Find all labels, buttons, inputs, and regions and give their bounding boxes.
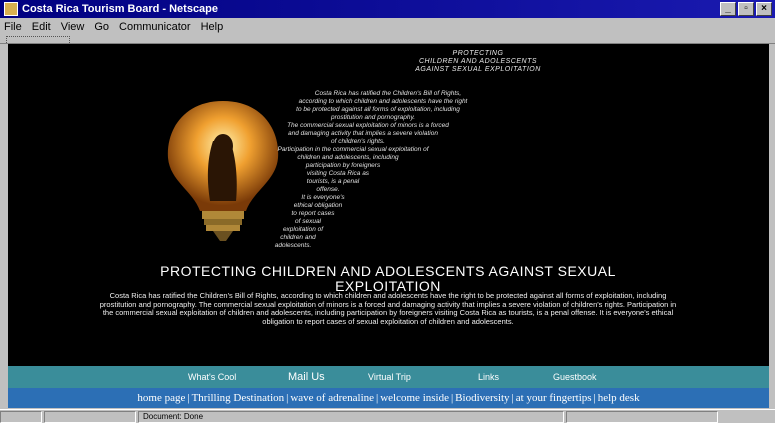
nav-mail-us[interactable]: Mail Us <box>288 371 325 383</box>
para-line: exploitation of <box>282 226 324 233</box>
small-heading-line: AGAINST SEXUAL EXPLOITATION <box>415 66 541 73</box>
status-bar: Document: Done <box>0 409 775 423</box>
body-paragraph: Costa Rica has ratified the Children's B… <box>99 291 677 326</box>
nav-wave-of-adrenaline[interactable]: wave of adrenaline <box>290 392 374 404</box>
small-heading-line: CHILDREN AND ADOLESCENTS <box>418 58 538 65</box>
nav-whats-cool[interactable]: What's Cool <box>188 372 236 382</box>
minimize-icon[interactable]: _ <box>720 2 736 16</box>
para-line: children and <box>280 234 316 241</box>
nav-welcome-inside[interactable]: welcome inside <box>380 392 449 404</box>
para-line: Participation in the commercial sexual e… <box>277 146 429 153</box>
nav-home-page[interactable]: home page <box>137 392 185 404</box>
page-title-line: PROTECTING CHILDREN AND ADOLESCENTS AGAI… <box>160 263 616 279</box>
page-title: PROTECTING CHILDREN AND ADOLESCENTS AGAI… <box>78 264 698 294</box>
para-line: adolescents. <box>274 242 312 249</box>
para-line: according to which children and adolesce… <box>298 98 468 105</box>
menu-help[interactable]: Help <box>201 21 224 33</box>
para-line: to report cases <box>291 210 335 217</box>
para-line: of sexual <box>294 218 322 225</box>
para-line: offense. <box>316 186 340 193</box>
page-content: PROTECTING CHILDREN AND ADOLESCENTS AGAI… <box>8 44 769 366</box>
para-line: The commercial sexual exploitation of mi… <box>287 122 449 129</box>
nav-help-desk[interactable]: help desk <box>598 392 640 404</box>
para-line: Costa Rica has ratified the Children's B… <box>314 90 462 97</box>
para-line: prostitution and pornography. <box>330 114 416 121</box>
nav-at-your-fingertips[interactable]: at your fingertips <box>516 392 592 404</box>
window-titlebar: Costa Rica Tourism Board - Netscape _ ▫ … <box>0 0 775 18</box>
nav-bar-bottom: home page | Thrilling Destination | wave o… <box>8 388 769 408</box>
netscape-icon <box>4 2 18 16</box>
progress-panel <box>44 410 136 423</box>
para-line: ethical obligation <box>293 202 343 209</box>
collapsed-toolbar <box>0 35 775 44</box>
window-controls: _ ▫ × <box>720 2 772 16</box>
close-icon[interactable]: × <box>756 2 772 16</box>
para-line: visiting Costa Rica as <box>306 170 370 177</box>
toolbar-grip[interactable] <box>6 36 70 43</box>
para-line: of children's rights. <box>331 138 385 145</box>
menu-bar: File Edit View Go Communicator Help <box>0 18 775 35</box>
menu-communicator[interactable]: Communicator <box>119 21 191 33</box>
para-line: participation by foreigners <box>305 162 381 169</box>
nav-biodiversity[interactable]: Biodiversity <box>455 392 509 404</box>
small-heading: PROTECTING CHILDREN AND ADOLESCENTS AGAI… <box>403 50 553 74</box>
menu-file[interactable]: File <box>4 21 22 33</box>
para-line: tourists, is a penal <box>306 178 360 185</box>
para-line: and damaging activity that implies a sev… <box>288 130 438 137</box>
small-heading-line: PROTECTING <box>452 50 504 57</box>
menu-go[interactable]: Go <box>94 21 109 33</box>
nav-thrilling-destination[interactable]: Thrilling Destination <box>192 392 285 404</box>
menu-view[interactable]: View <box>61 21 85 33</box>
security-icon[interactable] <box>0 410 42 423</box>
maximize-icon[interactable]: ▫ <box>738 2 754 16</box>
para-line: to be protected against all forms of exp… <box>296 106 460 113</box>
para-line: It is everyone's <box>301 194 345 201</box>
window-title: Costa Rica Tourism Board - Netscape <box>22 3 219 15</box>
nav-virtual-trip[interactable]: Virtual Trip <box>368 372 411 382</box>
nav-guestbook[interactable]: Guestbook <box>553 372 597 382</box>
menu-edit[interactable]: Edit <box>32 21 51 33</box>
para-line: children and adolescents, including <box>297 154 399 161</box>
component-bar <box>566 410 718 423</box>
nav-links[interactable]: Links <box>478 372 499 382</box>
status-text: Document: Done <box>138 410 564 423</box>
nav-bar-top: What's Cool Mail Us Virtual Trip Links G… <box>8 366 769 388</box>
